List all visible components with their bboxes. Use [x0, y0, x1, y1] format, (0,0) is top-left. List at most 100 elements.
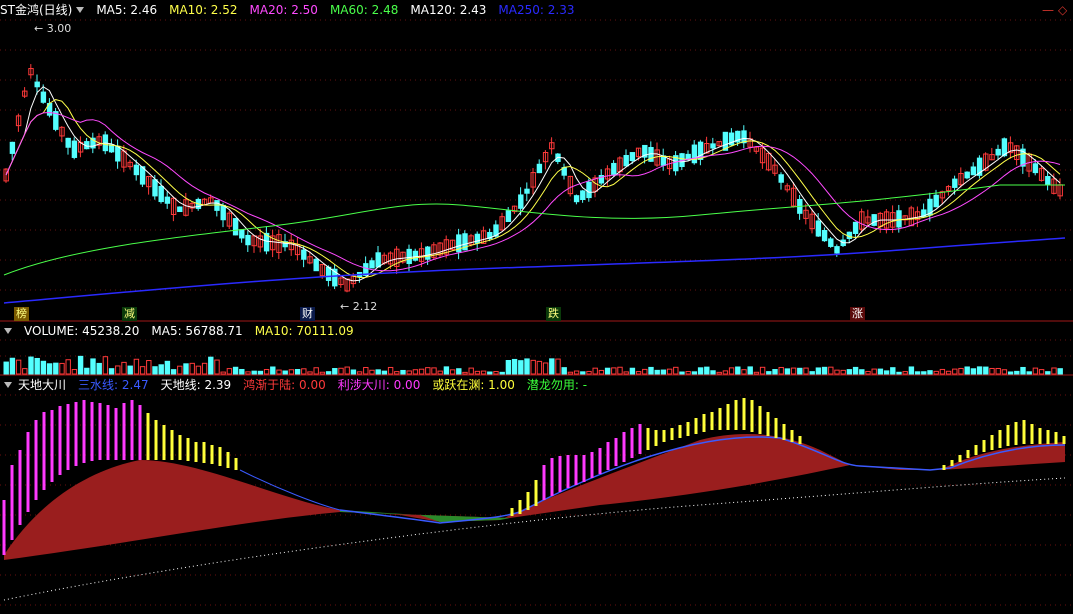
candle-body [871, 214, 877, 226]
volume-bar [487, 371, 493, 375]
volume-bar [313, 367, 319, 375]
volume-bar [567, 371, 574, 375]
volume-bar [778, 366, 784, 375]
volume-bar [846, 369, 853, 375]
volume-bar [133, 358, 140, 375]
volume-bar [704, 366, 710, 375]
volume-bar [276, 369, 282, 375]
volume-bar [263, 369, 270, 375]
candle-body [412, 250, 419, 261]
volume-bar [871, 368, 877, 375]
volume-bar [604, 367, 611, 375]
low-price-label: ← 2.12 [340, 300, 378, 313]
candle-body [586, 181, 592, 199]
volume-bar [921, 371, 927, 375]
volume-bar [1001, 369, 1008, 375]
volume-bar [1007, 371, 1014, 375]
candle-body [970, 166, 977, 176]
volume-bar [679, 371, 685, 375]
volume-bar [958, 367, 964, 375]
candle-body [815, 220, 822, 237]
candle-body [232, 218, 239, 236]
stock-chart[interactable] [0, 0, 1073, 614]
minimize-icon[interactable]: — [1042, 4, 1054, 16]
volume-bar [387, 366, 394, 375]
event-marker: 榜 [14, 307, 29, 321]
volume-bar [468, 367, 474, 375]
ind-item: 鸿渐于陆: 0.00 [243, 378, 326, 392]
indicator-name[interactable]: 天地大川 [18, 378, 66, 392]
stock-name[interactable]: ST金鸿(日线) [0, 3, 72, 17]
vol-item: VOLUME: 45238.20 [24, 324, 140, 338]
volume-bar [877, 368, 884, 375]
volume-legend: VOLUME: 45238.20 MA5: 56788.71 MA10: 70111… [18, 324, 360, 338]
volume-bar [208, 356, 214, 375]
volume-bar [332, 368, 338, 375]
volume-bar [673, 366, 679, 375]
volume-bar [400, 369, 406, 375]
candle-body [629, 152, 636, 162]
volume-bar [121, 361, 127, 375]
candle-body [778, 174, 784, 183]
volume-bar [28, 356, 34, 375]
candle-body [964, 171, 970, 179]
main-item: MA120: 2.43 [410, 3, 487, 17]
volume-bar [561, 367, 567, 375]
candle-body [177, 206, 183, 213]
volume-bar [183, 363, 189, 375]
volume-bar [896, 371, 902, 375]
volume-bar [976, 366, 983, 375]
volume-bar [443, 366, 450, 375]
volume-bar [518, 360, 524, 375]
candle-body [896, 210, 902, 228]
main-item: MA250: 2.33 [498, 3, 575, 17]
candle-body [71, 140, 78, 158]
volume-bar [828, 366, 834, 375]
volume-bar [449, 369, 456, 375]
volume-bar [1051, 367, 1057, 375]
dropdown-triangle-icon[interactable] [76, 7, 85, 13]
volume-bar [381, 370, 388, 375]
volume-bar [96, 362, 102, 375]
ind-item: 三水线: 2.47 [78, 378, 149, 392]
volume-bar [90, 358, 96, 375]
volume-bar [71, 369, 78, 375]
volume-bar [251, 370, 257, 375]
candle-body [1032, 163, 1039, 174]
volume-bar [710, 370, 716, 375]
volume-bar [1026, 371, 1032, 375]
main-item: MA60: 2.48 [329, 3, 399, 17]
volume-bar [9, 357, 16, 375]
diamond-icon[interactable]: ◇ [1058, 4, 1067, 16]
candle-body [691, 144, 698, 164]
volume-bar [759, 366, 766, 375]
dropdown-triangle-icon[interactable] [4, 328, 12, 334]
volume-bar [325, 371, 332, 375]
volume-bar [288, 369, 295, 375]
ma250-line [3, 237, 1066, 304]
volume-header: VOLUME: 45238.20 MA5: 56788.71 MA10: 70111… [0, 323, 360, 339]
volume-bar [809, 371, 815, 375]
volume-bar [418, 368, 425, 375]
volume-bar [53, 362, 59, 375]
candle-body [524, 188, 530, 194]
volume-bar [425, 367, 431, 375]
volume-bar [177, 365, 183, 375]
volume-bar [152, 366, 158, 375]
dropdown-triangle-icon[interactable] [4, 382, 12, 388]
candle-body [741, 130, 747, 144]
volume-bar [902, 371, 908, 375]
candle-body [65, 137, 71, 148]
candle-body [152, 179, 158, 197]
volume-bar [815, 367, 822, 375]
volume-bar [524, 358, 530, 375]
volume-bar [257, 370, 264, 375]
candle-body [133, 164, 140, 176]
indicator-header: 天地大川 三水线: 2.47 天地线: 2.39 鸿渐于陆: 0.00 利涉大川: 0.… [0, 377, 593, 393]
volume-bar [84, 367, 90, 375]
volume-bar [319, 371, 326, 375]
volume-bar [356, 371, 363, 375]
volume-bar [666, 368, 673, 375]
candle-body [406, 248, 412, 265]
candle-body [9, 141, 16, 154]
